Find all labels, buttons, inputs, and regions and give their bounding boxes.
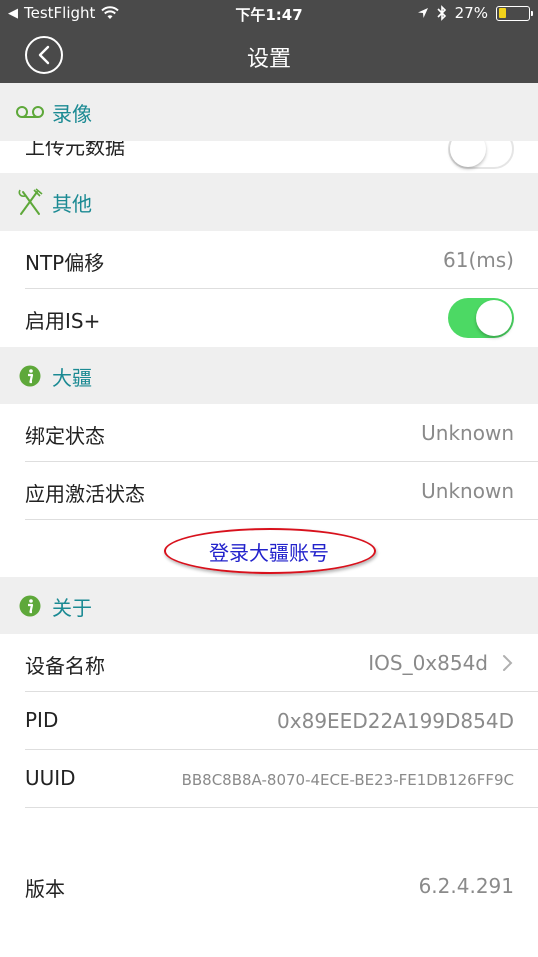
section-label-other: 其他: [52, 191, 92, 216]
activation-status-value: Unknown: [421, 479, 514, 503]
battery-percent: 27%: [454, 4, 488, 22]
version-row: 版本 6.2.4.291: [0, 857, 538, 915]
section-header-dji: 大疆: [0, 347, 538, 405]
upload-metadata-row[interactable]: 上传元数据: [0, 141, 538, 173]
ntp-offset-label: NTP偏移: [25, 251, 105, 275]
divider: [25, 807, 538, 808]
activation-status-label: 应用激活状态: [25, 482, 145, 506]
uuid-value: BB8C8B8A-8070-4ECE-BE23-FE1DB126FF9C: [181, 771, 514, 789]
navigation-bar: 设置: [0, 28, 538, 83]
section-label-about: 关于: [52, 595, 92, 620]
toggle-knob: [450, 141, 486, 167]
upload-metadata-toggle[interactable]: [448, 141, 514, 169]
binding-status-label: 绑定状态: [25, 424, 105, 448]
section-header-recording: 录像: [0, 83, 538, 141]
chevron-right-icon: [503, 655, 513, 671]
section-label-recording: 录像: [52, 101, 92, 126]
dji-login-link[interactable]: 登录大疆账号: [0, 537, 538, 566]
binding-status-row: 绑定状态 Unknown: [0, 404, 538, 462]
fork-knife-icon: [18, 188, 43, 215]
pid-value: 0x89EED22A199D854D: [277, 709, 514, 733]
device-name-label: 设备名称: [25, 654, 105, 678]
info-icon: [19, 365, 41, 387]
device-name-value: IOS_0x854d: [368, 651, 488, 675]
section-header-other: 其他: [0, 173, 538, 231]
enable-is-row: 启用IS+: [0, 289, 538, 347]
activation-status-row: 应用激活状态 Unknown: [0, 462, 538, 520]
battery-level: [498, 8, 507, 18]
enable-is-label: 启用IS+: [25, 309, 101, 333]
pid-label: PID: [25, 708, 59, 732]
info-icon: [19, 595, 41, 617]
page-title: 设置: [246, 47, 291, 72]
section-header-about: 关于: [0, 577, 538, 635]
ntp-offset-row: NTP偏移 61(ms): [0, 231, 538, 289]
upload-metadata-label: 上传元数据: [25, 141, 125, 159]
dji-login-row[interactable]: 登录大疆账号: [0, 520, 538, 578]
bluetooth-icon: [437, 5, 446, 21]
tape-icon: [16, 106, 44, 118]
pid-row: PID 0x89EED22A199D854D: [0, 692, 538, 750]
status-bar: ◀ TestFlight 下午1:47 27%: [0, 0, 538, 28]
location-icon: [417, 8, 428, 18]
toggle-knob: [476, 300, 512, 336]
uuid-row: UUID BB8C8B8A-8070-4ECE-BE23-FE1DB126FF9…: [0, 750, 538, 808]
battery-icon: [496, 5, 533, 21]
version-value: 6.2.4.291: [418, 874, 514, 898]
device-name-row[interactable]: 设备名称 IOS_0x854d: [0, 634, 538, 692]
enable-is-toggle[interactable]: [448, 298, 514, 338]
section-label-dji: 大疆: [52, 365, 92, 390]
uuid-label: UUID: [25, 766, 76, 790]
version-label: 版本: [25, 877, 65, 901]
binding-status-value: Unknown: [421, 421, 514, 445]
ntp-offset-value: 61(ms): [443, 248, 514, 272]
